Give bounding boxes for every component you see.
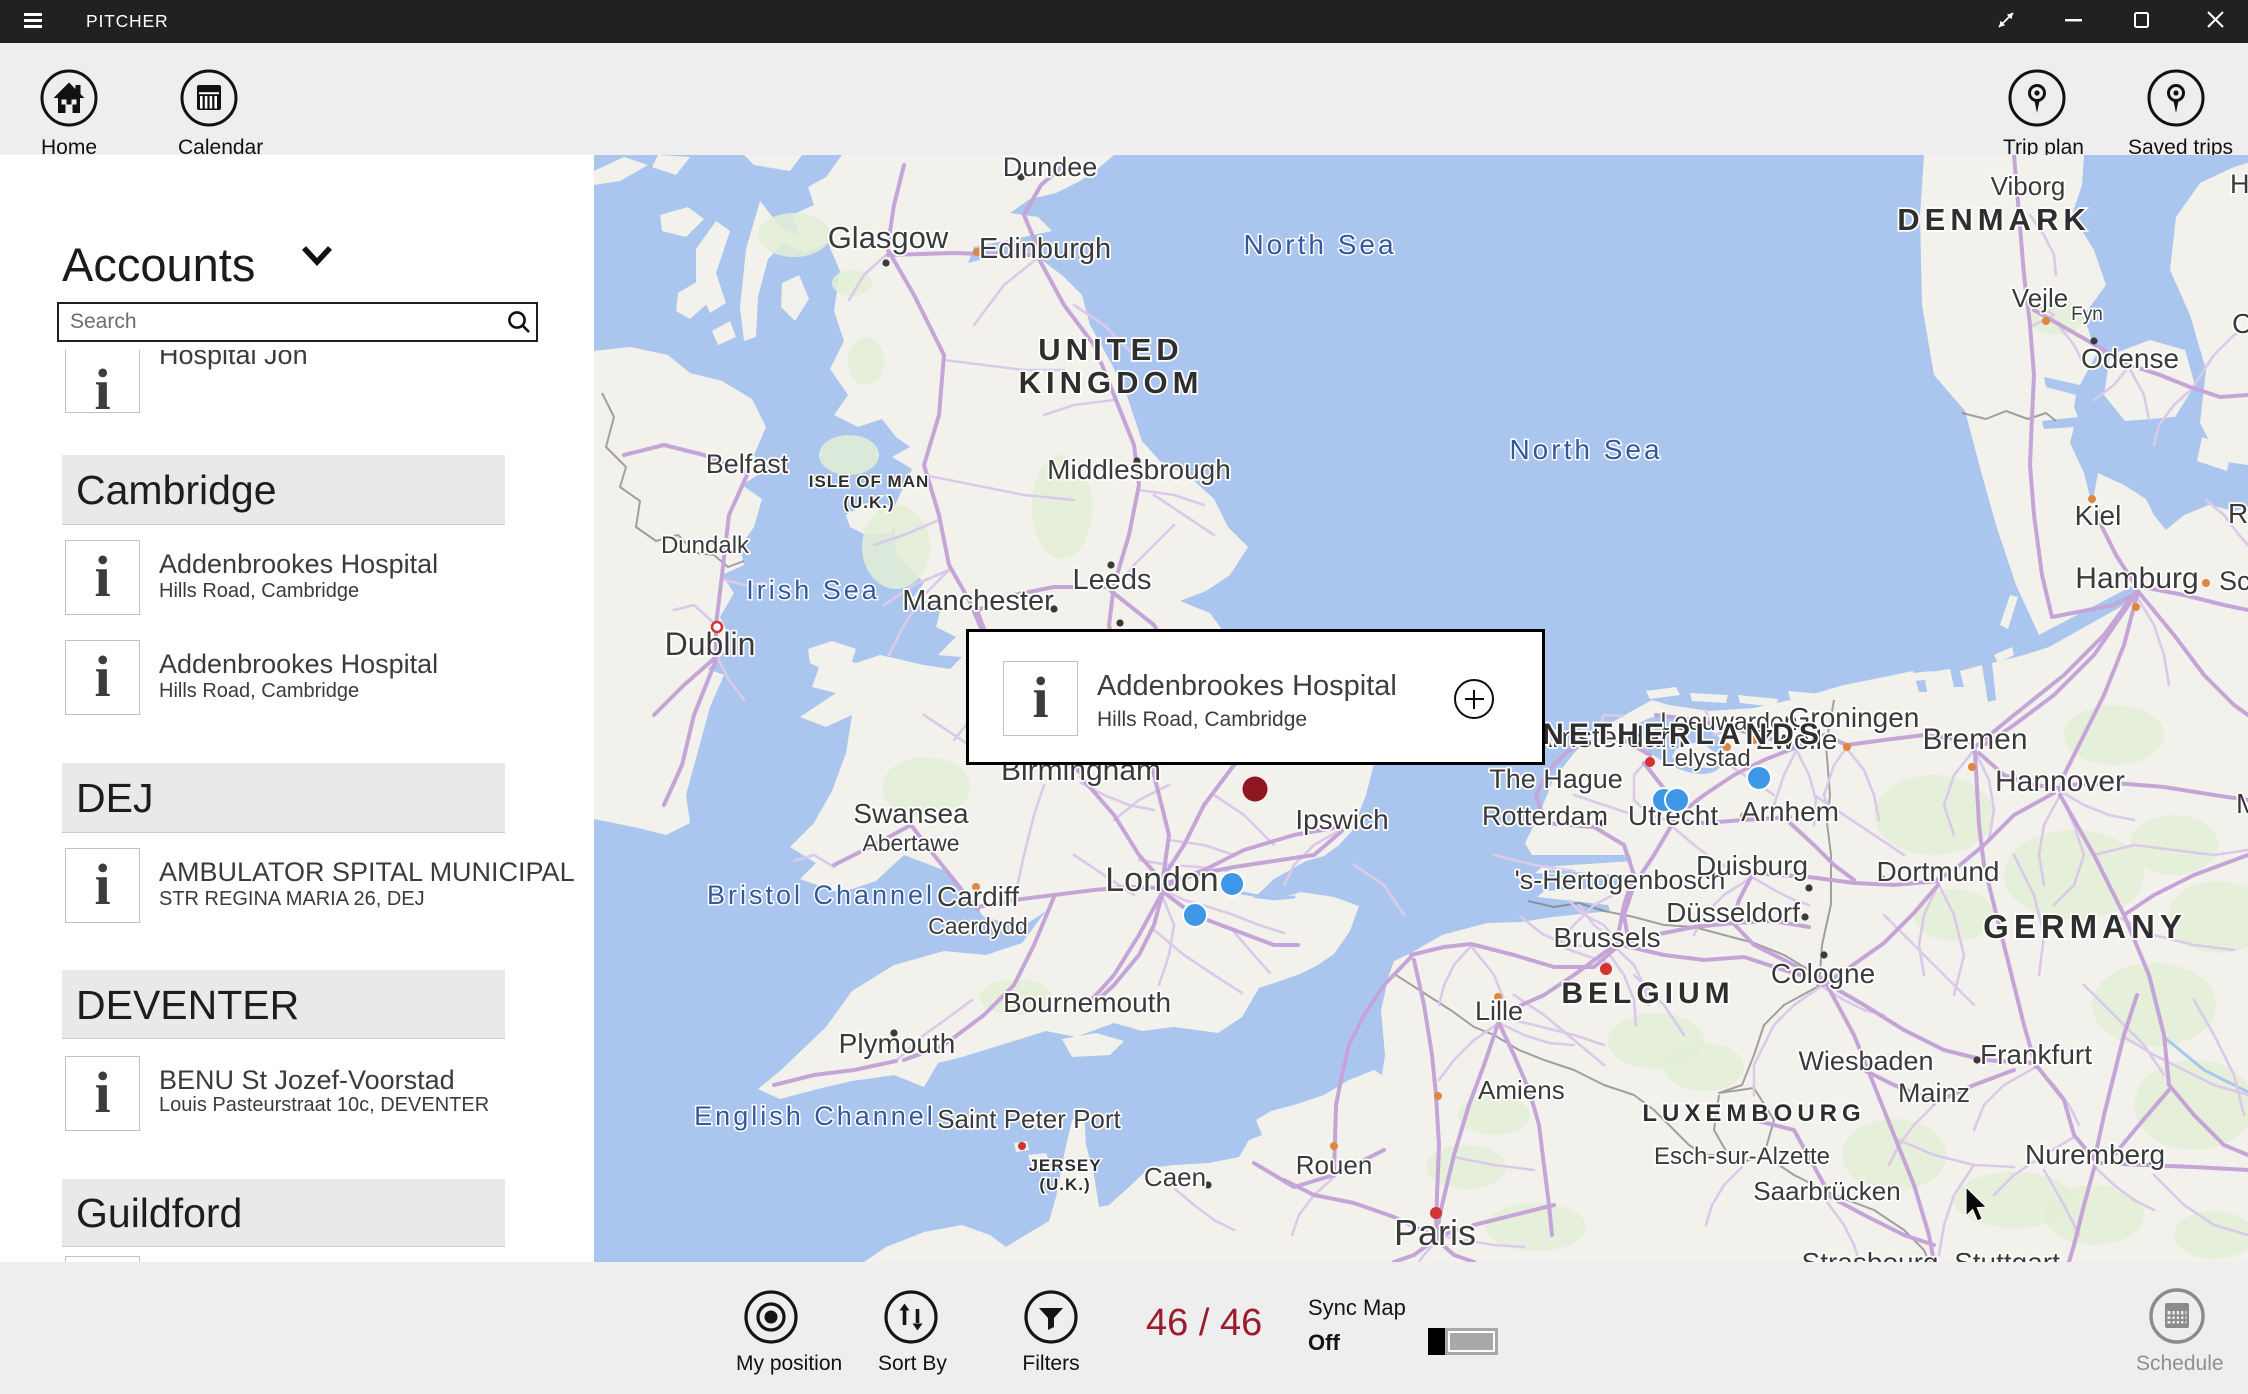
svg-text:Bournemouth: Bournemouth bbox=[1003, 987, 1171, 1018]
svg-text:Viborg: Viborg bbox=[1991, 171, 2066, 201]
svg-text:Edinburgh: Edinburgh bbox=[979, 233, 1111, 265]
svg-text:Mag: Mag bbox=[2236, 788, 2248, 819]
svg-text:Cologne: Cologne bbox=[1771, 958, 1875, 989]
svg-text:Dublin: Dublin bbox=[665, 626, 756, 662]
svg-text:North Sea: North Sea bbox=[1243, 229, 1396, 260]
svg-text:Strasbourg: Strasbourg bbox=[1802, 1247, 1939, 1262]
svg-text:Odense: Odense bbox=[2081, 343, 2179, 374]
svg-text:Hamburg: Hamburg bbox=[2075, 562, 2198, 595]
svg-text:The Hague: The Hague bbox=[1489, 764, 1623, 794]
svg-text:Hannover: Hannover bbox=[1995, 765, 2125, 798]
svg-text:Caerdydd: Caerdydd bbox=[928, 913, 1028, 939]
svg-text:Rost: Rost bbox=[2228, 498, 2248, 529]
svg-text:Mainz: Mainz bbox=[1898, 1078, 1970, 1108]
svg-text:'s-Hertogenbosch: 's-Hertogenbosch bbox=[1515, 865, 1726, 895]
svg-text:BELGIUM: BELGIUM bbox=[1561, 977, 1734, 1010]
svg-text:Dortmund: Dortmund bbox=[1877, 856, 2000, 887]
svg-text:Kiel: Kiel bbox=[2075, 500, 2122, 531]
svg-text:Düsseldorf: Düsseldorf bbox=[1666, 897, 1800, 928]
svg-text:LUXEMBOURG: LUXEMBOURG bbox=[1642, 1100, 1865, 1127]
svg-text:Irish Sea: Irish Sea bbox=[746, 575, 880, 605]
svg-text:Amiens: Amiens bbox=[1478, 1075, 1565, 1105]
svg-text:Ipswich: Ipswich bbox=[1295, 804, 1388, 835]
svg-text:Belfast: Belfast bbox=[706, 449, 789, 479]
svg-text:DENMARK: DENMARK bbox=[1897, 202, 2090, 237]
svg-text:London: London bbox=[1105, 861, 1218, 899]
svg-text:KINGDOM: KINGDOM bbox=[1019, 365, 1204, 400]
svg-text:JERSEY: JERSEY bbox=[1028, 1156, 1101, 1175]
svg-text:Paris: Paris bbox=[1394, 1212, 1476, 1253]
svg-text:Dundee: Dundee bbox=[1003, 155, 1098, 182]
svg-text:Rouen: Rouen bbox=[1296, 1150, 1373, 1180]
svg-text:Vejle: Vejle bbox=[2012, 283, 2068, 313]
svg-text:Plymouth: Plymouth bbox=[839, 1028, 956, 1059]
svg-text:Middlesbrough: Middlesbrough bbox=[1047, 454, 1231, 485]
svg-text:English Channel: English Channel bbox=[694, 1101, 936, 1131]
svg-text:Saarbrücken: Saarbrücken bbox=[1753, 1176, 1900, 1206]
svg-text:UNITED: UNITED bbox=[1038, 332, 1183, 367]
svg-text:Arnhem: Arnhem bbox=[1741, 796, 1839, 827]
svg-text:Esch-sur-Alzette: Esch-sur-Alzette bbox=[1654, 1143, 1830, 1170]
svg-text:Copenh: Copenh bbox=[2232, 308, 2248, 339]
svg-text:Duisburg: Duisburg bbox=[1696, 850, 1808, 881]
svg-text:Brussels: Brussels bbox=[1553, 922, 1660, 953]
svg-text:Lille: Lille bbox=[1475, 996, 1523, 1026]
svg-text:Wiesbaden: Wiesbaden bbox=[1798, 1046, 1933, 1076]
svg-text:Fyn: Fyn bbox=[2071, 304, 2103, 325]
svg-text:Abertawe: Abertawe bbox=[862, 830, 959, 856]
svg-text:Caen: Caen bbox=[1144, 1162, 1206, 1192]
svg-text:Frankfurt: Frankfurt bbox=[1980, 1039, 2092, 1070]
svg-text:ISLE OF MAN: ISLE OF MAN bbox=[809, 472, 930, 491]
svg-text:Stuttgart: Stuttgart bbox=[1954, 1247, 2060, 1262]
svg-text:Leeds: Leeds bbox=[1072, 564, 1151, 596]
svg-text:Dundalk: Dundalk bbox=[661, 532, 750, 559]
svg-text:Cardiff: Cardiff bbox=[937, 881, 1019, 912]
svg-text:Bristol Channel: Bristol Channel bbox=[707, 880, 935, 910]
svg-text:(U.K.): (U.K.) bbox=[1039, 1175, 1090, 1194]
svg-text:Bremen: Bremen bbox=[1922, 723, 2027, 756]
svg-text:Glasgow: Glasgow bbox=[828, 220, 949, 255]
svg-text:(U.K.): (U.K.) bbox=[843, 493, 894, 512]
svg-text:Swansea: Swansea bbox=[853, 798, 969, 829]
svg-text:Saint Peter Port: Saint Peter Port bbox=[937, 1104, 1121, 1134]
svg-text:Rotterdam: Rotterdam bbox=[1482, 801, 1608, 831]
svg-text:NETHERLANDS: NETHERLANDS bbox=[1542, 718, 1824, 751]
svg-text:North Sea: North Sea bbox=[1509, 434, 1662, 465]
svg-text:Hil: Hil bbox=[2230, 169, 2248, 199]
svg-text:Nuremberg: Nuremberg bbox=[2025, 1139, 2165, 1170]
svg-text:GERMANY: GERMANY bbox=[1983, 908, 2187, 945]
svg-text:Schw: Schw bbox=[2219, 566, 2248, 596]
svg-text:Manchester: Manchester bbox=[902, 585, 1054, 617]
